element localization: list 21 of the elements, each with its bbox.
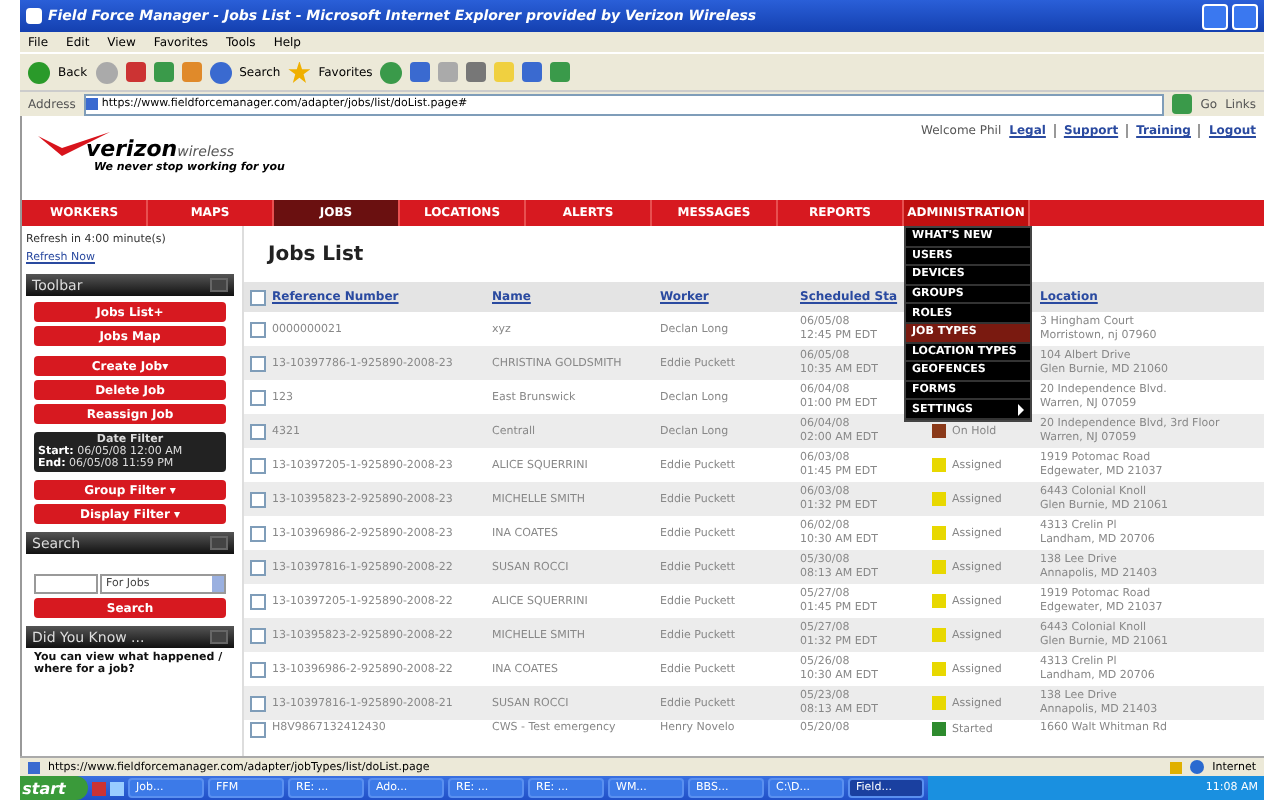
row-checkbox[interactable] [250, 321, 266, 337]
row-checkbox[interactable] [250, 525, 266, 541]
row-checkbox[interactable] [250, 627, 266, 643]
row-checkbox[interactable] [250, 695, 266, 711]
minimize-button[interactable] [1202, 3, 1228, 29]
collapse-button[interactable] [210, 630, 228, 644]
collapse-button[interactable] [210, 278, 228, 292]
row-checkbox[interactable] [250, 457, 266, 473]
row-checkbox[interactable] [250, 423, 266, 439]
row-checkbox[interactable] [250, 593, 266, 609]
row-checkbox[interactable] [250, 491, 266, 507]
maximize-button[interactable] [1232, 3, 1258, 29]
row-checkbox[interactable] [250, 389, 266, 405]
search-field[interactable] [34, 574, 98, 594]
row-checkbox[interactable] [250, 722, 266, 738]
row-checkbox[interactable] [250, 661, 266, 677]
row-checkbox[interactable] [250, 355, 266, 371]
collapse-button[interactable] [210, 536, 228, 550]
row-checkbox[interactable] [250, 559, 266, 575]
start-button[interactable]: start [20, 776, 88, 800]
select-all-checkbox[interactable] [250, 289, 266, 305]
